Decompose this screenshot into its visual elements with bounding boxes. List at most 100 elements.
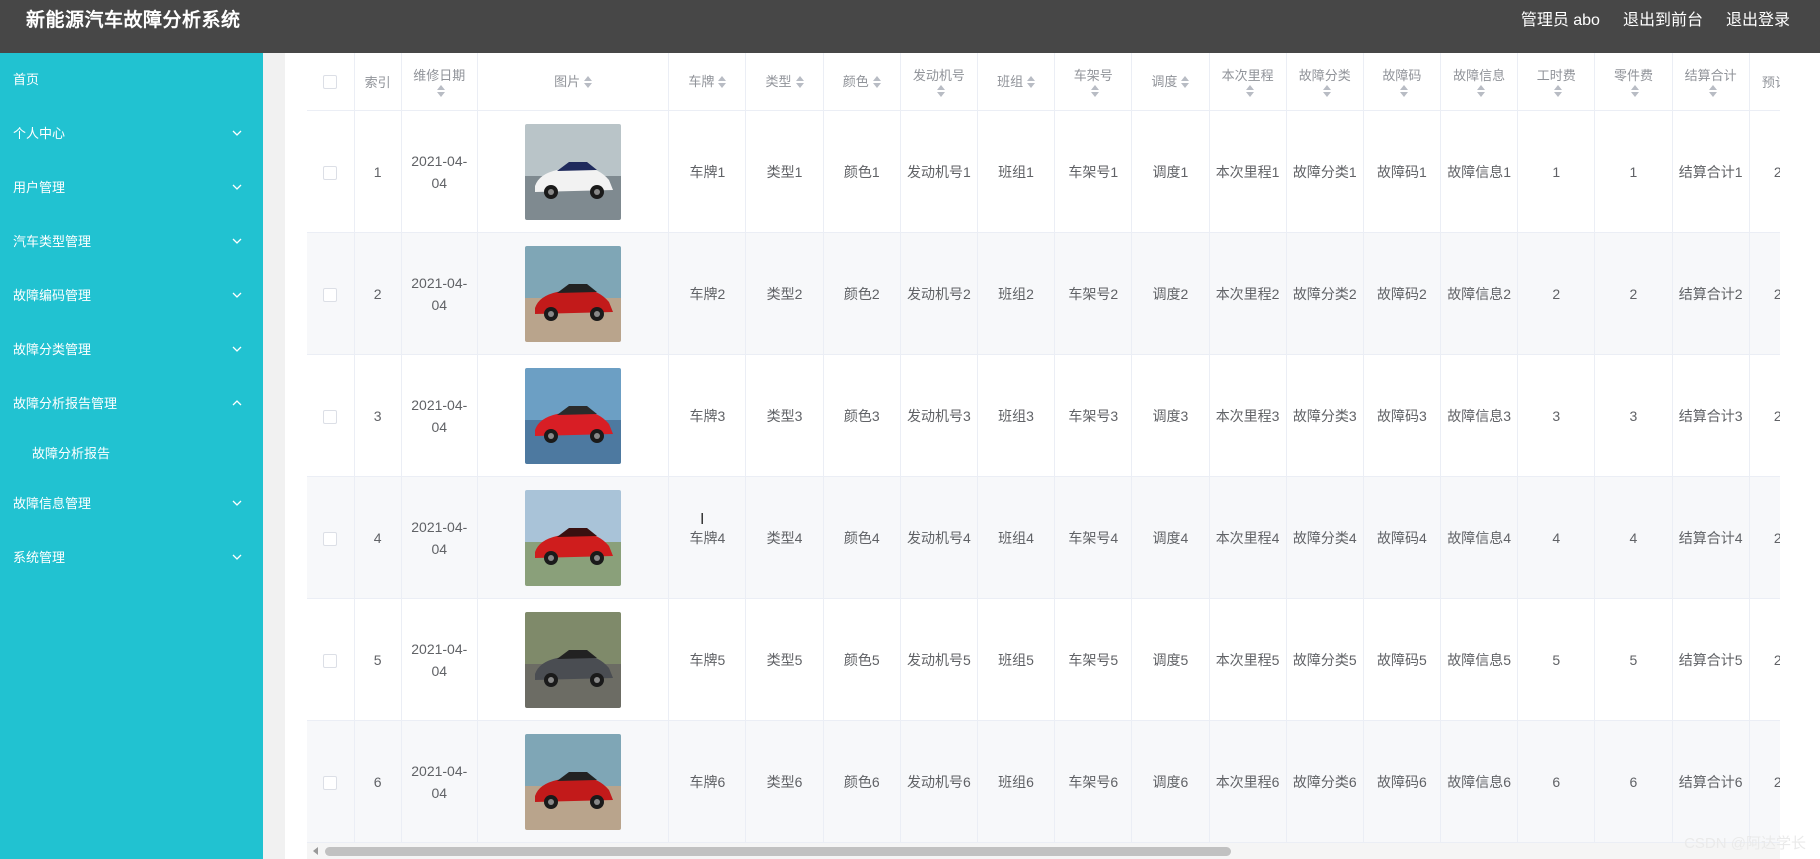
column-header-plate[interactable]: 车牌 bbox=[668, 53, 747, 111]
cell-team: 班组6 bbox=[977, 720, 1056, 843]
row-checkbox[interactable] bbox=[323, 287, 338, 302]
cell-image bbox=[477, 354, 670, 477]
cell-fault-info: 故障信息1 bbox=[1440, 110, 1519, 233]
row-checkbox[interactable] bbox=[323, 775, 338, 790]
sort-icon[interactable] bbox=[437, 84, 446, 97]
sidebar-item-fault-report-management[interactable]: 故障分析报告管理 bbox=[0, 377, 263, 431]
column-header-team[interactable]: 班组 bbox=[977, 53, 1056, 111]
table-row[interactable]: 1 2021-04-04 车牌1 类型1 颜色1 发动机号1 班组1 车架号1 调度1 本次里程1… bbox=[307, 110, 1780, 233]
cell-dispatch: 调度5 bbox=[1131, 598, 1210, 721]
column-header-image[interactable]: 图片 bbox=[477, 53, 670, 111]
row-checkbox[interactable] bbox=[323, 165, 338, 180]
top-actions: 管理员 abo 退出到前台 退出登录 bbox=[1521, 0, 1790, 42]
sidebar-item-user-management[interactable]: 用户管理 bbox=[0, 161, 263, 215]
sidebar-item-fault-code-management[interactable]: 故障编码管理 bbox=[0, 269, 263, 323]
cell-engine: 发动机号3 bbox=[900, 354, 978, 477]
cell-type: 类型2 bbox=[745, 232, 824, 355]
chevron-up-icon bbox=[232, 400, 242, 406]
cell-image bbox=[477, 720, 670, 843]
column-header-dispatch[interactable]: 调度 bbox=[1131, 53, 1210, 111]
column-header-work-hours[interactable]: 工时费 bbox=[1517, 53, 1596, 111]
cell-select bbox=[307, 110, 355, 233]
sort-icon[interactable] bbox=[1181, 75, 1190, 88]
scrollbar-thumb[interactable] bbox=[325, 847, 1231, 856]
row-checkbox[interactable] bbox=[323, 409, 338, 424]
column-header-color[interactable]: 颜色 bbox=[823, 53, 901, 111]
sidebar-item-personal-center[interactable]: 个人中心 bbox=[0, 107, 263, 161]
sort-icon[interactable] bbox=[1708, 84, 1717, 97]
column-header-engine[interactable]: 发动机号 bbox=[900, 53, 978, 111]
sidebar-item-system-management[interactable]: 系统管理 bbox=[0, 531, 263, 585]
admin-user-label[interactable]: 管理员 abo bbox=[1521, 0, 1600, 42]
column-header-expected-date[interactable]: 预计日期 bbox=[1749, 53, 1780, 111]
sort-icon[interactable] bbox=[1322, 84, 1331, 97]
table-row[interactable]: 6 2021-04-04 车牌6 类型6 颜色6 发动机号6 班组6 车架号6 调度6 本次里程6… bbox=[307, 720, 1780, 843]
sort-icon[interactable] bbox=[584, 75, 593, 88]
sort-icon[interactable] bbox=[1027, 75, 1036, 88]
column-header-fault-info[interactable]: 故障信息 bbox=[1440, 53, 1519, 111]
cell-select bbox=[307, 476, 355, 599]
sidebar-item-fault-info-management[interactable]: 故障信息管理 bbox=[0, 477, 263, 531]
column-header-fault-category[interactable]: 故障分类 bbox=[1286, 53, 1364, 111]
column-header-label: 车架号 bbox=[1073, 67, 1113, 83]
sidebar-subitem-fault-report[interactable]: 故障分析报告 bbox=[0, 431, 263, 477]
chevron-down-icon bbox=[232, 554, 242, 560]
column-header-label: 类型 bbox=[765, 73, 792, 89]
table-panel: 索引 维修日期 图片 车牌 类型 颜色 发动机号 班组 车架号 调度 本次里程 … bbox=[285, 53, 1820, 859]
column-header-label: 故障码 bbox=[1382, 67, 1422, 83]
column-header-label: 颜色 bbox=[842, 73, 869, 89]
sidebar: 首页 个人中心 用户管理 汽车类型管理 故障编码管理 故障分类管理 故障分析报告… bbox=[0, 53, 263, 859]
column-header-label: 调度 bbox=[1151, 73, 1178, 89]
sort-icon[interactable] bbox=[1554, 84, 1563, 97]
column-header-fault-code[interactable]: 故障码 bbox=[1363, 53, 1442, 111]
sort-icon[interactable] bbox=[936, 84, 945, 97]
select-all-checkbox[interactable] bbox=[323, 75, 338, 90]
column-header-total[interactable]: 结算合计 bbox=[1672, 53, 1750, 111]
car-thumbnail-image bbox=[525, 245, 622, 342]
logout-link[interactable]: 退出登录 bbox=[1726, 0, 1790, 42]
cell-fault-info: 故障信息2 bbox=[1440, 232, 1519, 355]
sidebar-item-label: 个人中心 bbox=[13, 126, 66, 141]
car-thumbnail-image bbox=[525, 489, 622, 586]
horizontal-scrollbar[interactable] bbox=[307, 843, 1780, 859]
row-checkbox[interactable] bbox=[323, 531, 338, 546]
cell-repair-date: 2021-04-04 bbox=[401, 232, 478, 355]
table-row[interactable]: 3 2021-04-04 车牌3 类型3 颜色3 发动机号3 班组3 车架号3 调度3 本次里程3… bbox=[307, 354, 1780, 477]
cell-select bbox=[307, 598, 355, 721]
cell-mileage: 本次里程3 bbox=[1209, 354, 1287, 477]
sort-icon[interactable] bbox=[1245, 84, 1254, 97]
column-header-mileage[interactable]: 本次里程 bbox=[1209, 53, 1287, 111]
sidebar-item-fault-category-management[interactable]: 故障分类管理 bbox=[0, 323, 263, 377]
column-header-label: 工时费 bbox=[1536, 67, 1576, 83]
sidebar-item-label: 故障分类管理 bbox=[13, 342, 92, 357]
sort-icon[interactable] bbox=[1399, 84, 1408, 97]
sidebar-item-label: 用户管理 bbox=[13, 180, 66, 195]
column-header-frame[interactable]: 车架号 bbox=[1054, 53, 1133, 111]
cell-mileage: 本次里程1 bbox=[1209, 110, 1287, 233]
sidebar-item-car-type-management[interactable]: 汽车类型管理 bbox=[0, 215, 263, 269]
car-thumbnail-image bbox=[525, 611, 622, 708]
sort-icon[interactable] bbox=[718, 75, 727, 88]
cell-color: 颜色1 bbox=[823, 110, 901, 233]
scroll-left-arrow-icon[interactable] bbox=[313, 847, 318, 855]
table-row[interactable]: 4 2021-04-04 车牌4 类型4 颜色4 发动机号4 班组4 车架号4 调度4 本次里程4… bbox=[307, 476, 1780, 599]
sort-icon[interactable] bbox=[1477, 84, 1486, 97]
cell-parts-fee: 2 bbox=[1594, 232, 1673, 355]
sidebar-item-home[interactable]: 首页 bbox=[0, 53, 263, 107]
column-header-type[interactable]: 类型 bbox=[745, 53, 824, 111]
table-row[interactable]: 2 2021-04-04 车牌2 类型2 颜色2 发动机号2 班组2 车架号2 调度2 本次里程2… bbox=[307, 232, 1780, 355]
cell-repair-date: 2021-04-04 bbox=[401, 476, 478, 599]
sort-icon[interactable] bbox=[1631, 84, 1640, 97]
exit-to-front-link[interactable]: 退出到前台 bbox=[1623, 0, 1703, 42]
cell-plate: 车牌1 bbox=[668, 110, 747, 233]
column-header-label: 维修日期 bbox=[413, 67, 466, 83]
sort-icon[interactable] bbox=[872, 75, 881, 88]
column-header-parts-fee[interactable]: 零件费 bbox=[1594, 53, 1673, 111]
row-checkbox[interactable] bbox=[323, 653, 338, 668]
table-row[interactable]: 5 2021-04-04 车牌5 类型5 颜色5 发动机号5 班组5 车架号5 调度5 本次里程5… bbox=[307, 598, 1780, 721]
sort-icon[interactable] bbox=[1091, 84, 1100, 97]
chevron-down-icon bbox=[232, 292, 242, 298]
sort-icon[interactable] bbox=[795, 75, 804, 88]
cell-work-hours: 1 bbox=[1517, 110, 1596, 233]
column-header-repair-date[interactable]: 维修日期 bbox=[401, 53, 478, 111]
